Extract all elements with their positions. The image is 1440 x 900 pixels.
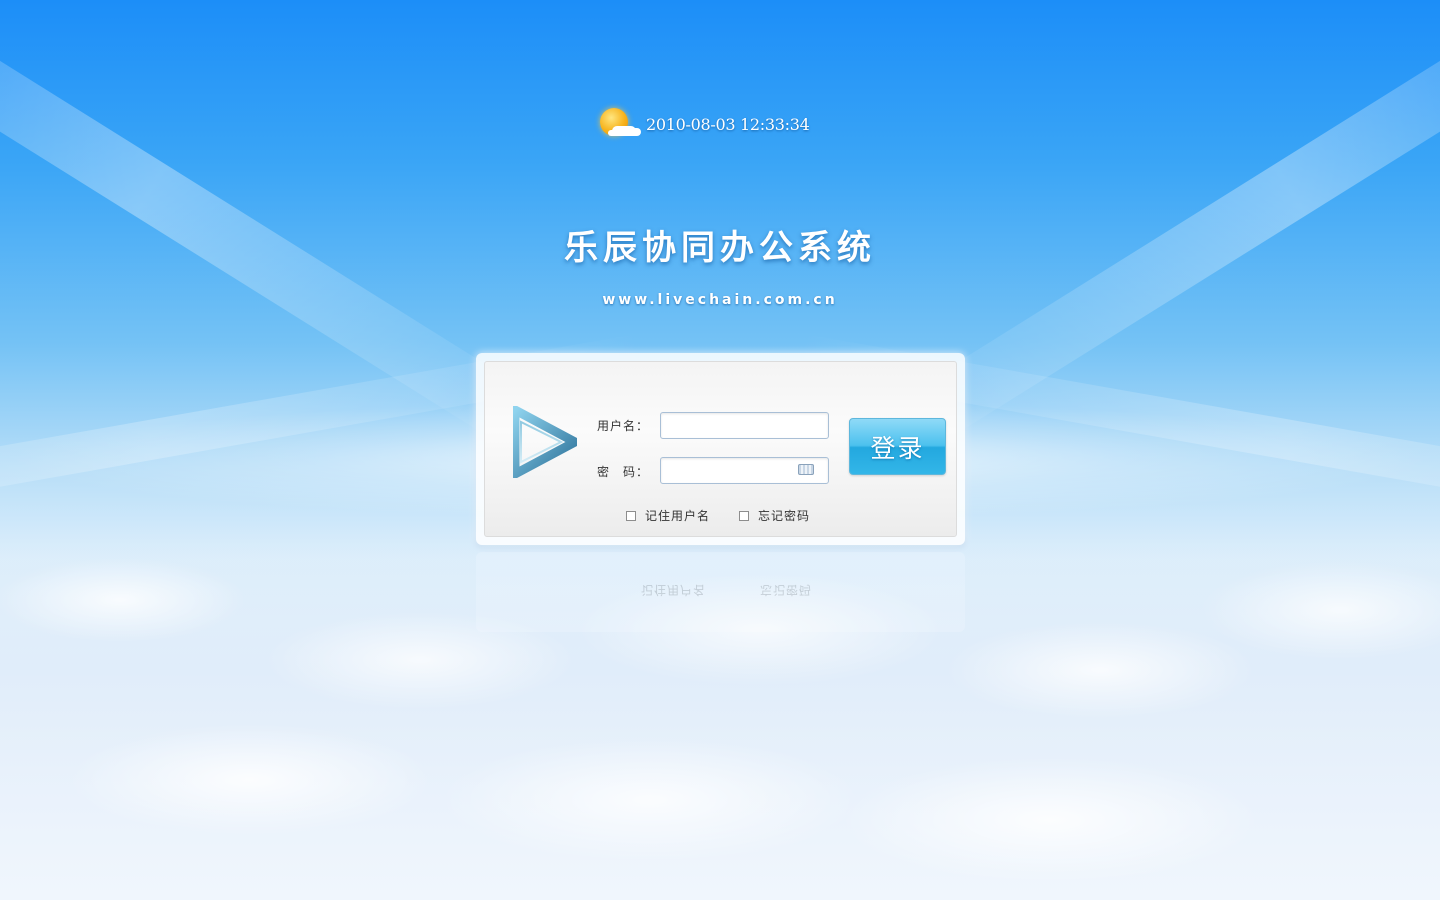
cloud-background — [0, 520, 1440, 900]
site-url: www.livechain.com.cn — [602, 292, 838, 308]
login-panel: 用户名： 密 码： 登录 记住用户名 忘记密码 — [476, 353, 965, 545]
forgot-password-checkbox[interactable] — [739, 510, 749, 521]
system-title: 乐辰协同办公系统 — [564, 228, 876, 268]
current-datetime: 2010-08-03 12:33:34 — [646, 114, 810, 134]
username-input[interactable] — [660, 412, 829, 439]
forgot-password-option[interactable]: 忘记密码 — [739, 507, 810, 524]
remember-username-label: 记住用户名 — [645, 509, 711, 523]
forgot-password-label: 忘记密码 — [758, 509, 811, 523]
play-logo-icon — [513, 406, 577, 478]
datetime-bar: 2010-08-03 12:33:34 — [598, 106, 810, 142]
password-label: 密 码： — [597, 465, 650, 479]
login-panel-inner: 用户名： 密 码： 登录 记住用户名 忘记密码 — [484, 361, 957, 537]
remember-username-checkbox[interactable] — [626, 510, 636, 521]
keyboard-icon[interactable] — [798, 464, 814, 475]
login-page: 2010-08-03 12:33:34 乐辰协同办公系统 www.livecha… — [0, 0, 1440, 900]
sun-cloud-icon — [598, 106, 638, 142]
remember-username-option[interactable]: 记住用户名 — [626, 507, 710, 524]
login-button[interactable]: 登录 — [849, 418, 946, 475]
username-label: 用户名： — [597, 419, 650, 433]
